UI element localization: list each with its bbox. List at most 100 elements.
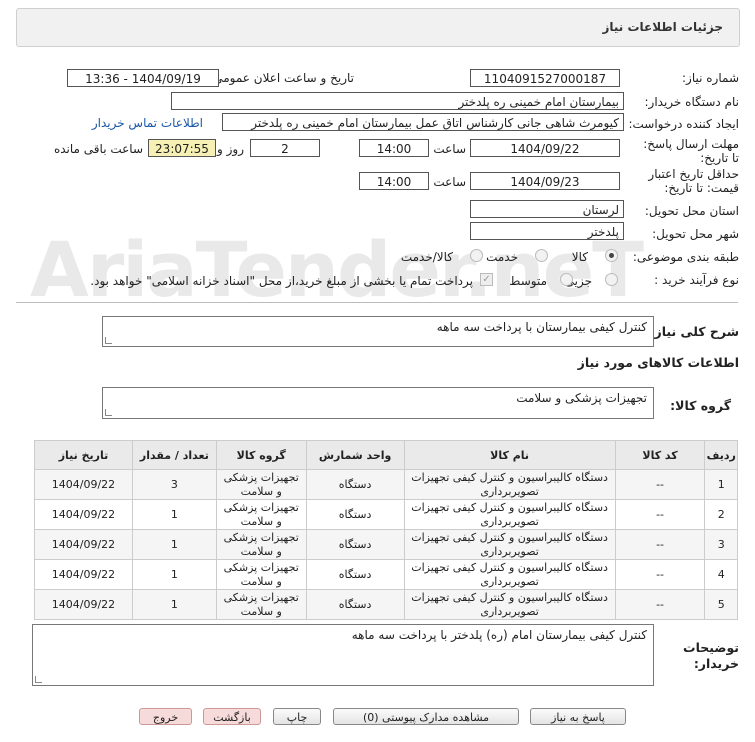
category-goods-radio[interactable] (605, 249, 618, 262)
buyer-notes-label: توضیحات خریدار: (683, 640, 739, 671)
cell-code: -- (614, 499, 706, 530)
summary-label: شرح کلی نیاز: (649, 324, 739, 339)
col-qty: تعداد / مقدار (131, 440, 217, 470)
print-button[interactable]: چاپ (273, 708, 321, 725)
goods-group-label: گروه کالا: (670, 398, 731, 413)
deadline-time-field: 14:00 (359, 139, 429, 157)
category-goods-service-radio[interactable] (470, 249, 483, 262)
cell-code: -- (614, 559, 706, 590)
cell-unit: دستگاه (305, 529, 405, 560)
reply-button[interactable]: پاسخ به نیاز (530, 708, 626, 725)
cell-row: 3 (704, 529, 738, 560)
buyer-notes-textarea: کنترل کیفی بیمارستان امام (ره) پلدختر با… (32, 624, 654, 686)
announce-label: تاریخ و ساعت اعلان عمومی: (209, 71, 354, 85)
cell-row: 4 (704, 559, 738, 590)
cell-name: دستگاه کالیبراسیون و کنترل کیفی تجهیزات … (403, 529, 616, 560)
category-goods-label: کالا (571, 250, 588, 264)
cell-row: 2 (704, 499, 738, 530)
buyer-field: بیمارستان امام خمینی ره پلدختر (171, 92, 624, 110)
table-header-row: ردیف کد کالا نام کالا واحد شمارش گروه کا… (34, 440, 738, 470)
cell-code: -- (614, 589, 706, 620)
back-button[interactable]: بازگشت (203, 708, 261, 725)
process-medium-label: متوسط (509, 274, 547, 288)
cell-group: تجهیزات پزشکی و سلامت (215, 469, 307, 500)
cell-group: تجهیزات پزشکی و سلامت (215, 559, 307, 590)
col-code: کد کالا (614, 440, 706, 470)
remaining-label: ساعت باقی مانده (53, 142, 143, 156)
category-service-label: خدمت (486, 250, 518, 264)
contact-buyer-link[interactable]: اطلاعات تماس خریدار (92, 116, 203, 130)
remaining-time-field: 23:07:55 (148, 139, 216, 157)
col-date: تاریخ نیاز (34, 440, 133, 470)
col-group: گروه کالا (215, 440, 307, 470)
cell-unit: دستگاه (305, 589, 405, 620)
divider (16, 302, 738, 303)
treasury-payment-checkbox[interactable]: ✓ (480, 273, 493, 286)
need-number-label: شماره نیاز: (682, 71, 739, 85)
col-unit: واحد شمارش (305, 440, 405, 470)
days-field: 2 (250, 139, 320, 157)
summary-textarea: کنترل کیفی بیمارستان با پرداخت سه ماهه (102, 316, 654, 347)
cell-unit: دستگاه (305, 499, 405, 530)
cell-name: دستگاه کالیبراسیون و کنترل کیفی تجهیزات … (403, 469, 616, 500)
process-label: نوع فرآیند خرید : (654, 273, 739, 287)
table-row: 5 -- دستگاه کالیبراسیون و کنترل کیفی تجه… (34, 589, 738, 620)
city-label: شهر محل تحویل: (652, 227, 739, 241)
cell-group: تجهیزات پزشکی و سلامت (215, 499, 307, 530)
cell-group: تجهیزات پزشکی و سلامت (215, 529, 307, 560)
table-row: 3 -- دستگاه کالیبراسیون و کنترل کیفی تجه… (34, 529, 738, 560)
province-field: لرستان (470, 200, 624, 218)
city-field: پلدختر (470, 222, 624, 240)
announce-field: 1404/09/19 - 13:36 (67, 69, 219, 87)
cell-date: 1404/09/22 (34, 499, 133, 530)
need-number-field: 1104091527000187 (470, 69, 620, 87)
col-name: نام کالا (403, 440, 616, 470)
attachments-button[interactable]: مشاهده مدارک پیوستی (0) (333, 708, 519, 725)
cell-code: -- (614, 469, 706, 500)
cell-date: 1404/09/22 (34, 469, 133, 500)
col-row: ردیف (704, 440, 738, 470)
cell-name: دستگاه کالیبراسیون و کنترل کیفی تجهیزات … (403, 589, 616, 620)
cell-row: 1 (704, 469, 738, 500)
goods-group-textarea: تجهیزات پزشکی و سلامت (102, 387, 654, 419)
cell-group: تجهیزات پزشکی و سلامت (215, 589, 307, 620)
days-label: روز و (217, 142, 244, 156)
cell-qty: 1 (131, 559, 217, 590)
creator-label: ایجاد کننده درخواست: (628, 117, 739, 131)
cell-qty: 1 (131, 499, 217, 530)
creator-field: کیومرث شاهی جانی کارشناس اتاق عمل بیمارس… (222, 113, 624, 131)
buyer-label: نام دستگاه خریدار: (644, 95, 740, 109)
price-validity-time-field: 14:00 (359, 172, 429, 190)
cell-name: دستگاه کالیبراسیون و کنترل کیفی تجهیزات … (403, 559, 616, 590)
page-header: جزئیات اطلاعات نیاز (16, 8, 740, 47)
price-validity-label: حداقل تاریخ اعتبار قیمت: تا تاریخ: (648, 167, 739, 195)
table-row: 1 -- دستگاه کالیبراسیون و کنترل کیفی تجه… (34, 469, 738, 500)
category-goods-service-label: کالا/خدمت (400, 250, 453, 264)
cell-qty: 1 (131, 529, 217, 560)
category-service-radio[interactable] (535, 249, 548, 262)
exit-button[interactable]: خروج (139, 708, 192, 725)
category-label: طبقه بندی موضوعی: (632, 250, 739, 264)
province-label: استان محل تحویل: (644, 204, 739, 218)
cell-qty: 3 (131, 469, 217, 500)
cell-code: -- (614, 529, 706, 560)
cell-name: دستگاه کالیبراسیون و کنترل کیفی تجهیزات … (403, 499, 616, 530)
table-row: 2 -- دستگاه کالیبراسیون و کنترل کیفی تجه… (34, 499, 738, 530)
deadline-time-label: ساعت (433, 142, 466, 156)
deadline-label: مهلت ارسال پاسخ: تا تاریخ: (643, 137, 739, 165)
price-validity-date-field: 1404/09/23 (470, 172, 620, 190)
cell-date: 1404/09/22 (34, 529, 133, 560)
goods-info-title: اطلاعات کالاهای مورد نیاز (577, 355, 739, 370)
deadline-date-field: 1404/09/22 (470, 139, 620, 157)
cell-unit: دستگاه (305, 559, 405, 590)
cell-unit: دستگاه (305, 469, 405, 500)
cell-qty: 1 (131, 589, 217, 620)
process-medium-radio[interactable] (560, 273, 573, 286)
price-validity-time-label: ساعت (433, 175, 466, 189)
process-partial-radio[interactable] (605, 273, 618, 286)
page-title: جزئیات اطلاعات نیاز (602, 20, 723, 34)
table-row: 4 -- دستگاه کالیبراسیون و کنترل کیفی تجه… (34, 559, 738, 590)
items-table: ردیف کد کالا نام کالا واحد شمارش گروه کا… (34, 440, 738, 620)
payment-note: پرداخت تمام یا بخشی از مبلغ خرید،از محل … (90, 274, 473, 288)
cell-date: 1404/09/22 (34, 559, 133, 590)
